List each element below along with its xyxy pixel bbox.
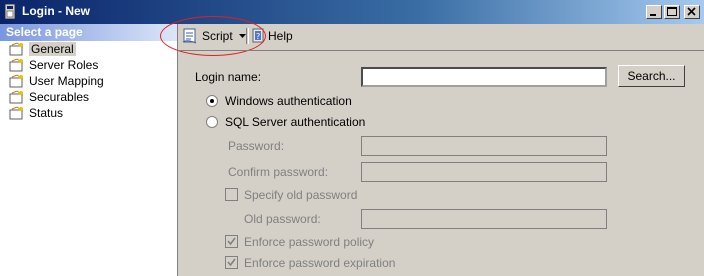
minimize-button[interactable] — [646, 5, 662, 19]
specify-old-password-label: Specify old password — [244, 188, 358, 202]
page-icon — [9, 74, 24, 88]
title-bar: Login - New — [0, 0, 704, 24]
help-label: Help — [268, 29, 293, 43]
login-name-input[interactable] — [361, 67, 607, 87]
enforce-expiration-label: Enforce password expiration — [244, 256, 396, 270]
page-icon — [9, 90, 24, 104]
search-button[interactable]: Search... — [618, 65, 685, 87]
confirm-password-input — [361, 162, 607, 182]
login-name-label: Login name: — [195, 70, 262, 84]
minimize-icon — [650, 14, 656, 16]
windows-auth-radio[interactable] — [206, 95, 218, 107]
login-window-icon — [5, 4, 15, 19]
sql-auth-label: SQL Server authentication — [225, 115, 366, 129]
sql-auth-radio[interactable] — [206, 116, 218, 128]
page-icon — [9, 42, 24, 56]
close-button[interactable] — [684, 5, 700, 19]
page-icon — [9, 106, 24, 120]
specify-old-password-checkbox — [225, 188, 238, 201]
window-title: Login - New — [22, 4, 90, 18]
page-selector-header: Select a page — [0, 24, 177, 41]
password-input — [361, 136, 607, 156]
enforce-policy-label: Enforce password policy — [244, 235, 375, 249]
enforce-policy-checkbox — [225, 235, 238, 248]
page-item-label: Server Roles — [29, 58, 99, 72]
page-item-label: User Mapping — [29, 74, 104, 88]
windows-auth-label: Windows authentication — [225, 94, 352, 108]
old-password-input — [361, 209, 607, 229]
close-icon — [687, 7, 696, 16]
page-item-user-mapping[interactable]: User Mapping — [0, 73, 177, 89]
page-item-label: Securables — [29, 90, 90, 104]
page-icon — [9, 58, 24, 72]
old-password-label: Old password: — [244, 212, 321, 226]
maximize-icon — [667, 7, 677, 16]
checkmark-icon — [227, 237, 236, 246]
enforce-expiration-checkbox — [225, 256, 238, 269]
page-item-status[interactable]: Status — [0, 105, 177, 121]
password-label: Password: — [228, 139, 285, 153]
page-item-label: Status — [29, 106, 64, 120]
page-item-securables[interactable]: Securables — [0, 89, 177, 105]
checkmark-icon — [227, 258, 236, 267]
general-page-content: Login name: Search... Windows authentica… — [178, 50, 704, 276]
page-item-general[interactable]: General — [0, 41, 177, 57]
page-item-label: General — [29, 42, 76, 56]
page-item-server-roles[interactable]: Server Roles — [0, 57, 177, 73]
confirm-password-label: Confirm password: — [228, 165, 329, 179]
page-selector-pane: Select a page General Server Roles User … — [0, 24, 178, 276]
maximize-button[interactable] — [664, 5, 680, 19]
